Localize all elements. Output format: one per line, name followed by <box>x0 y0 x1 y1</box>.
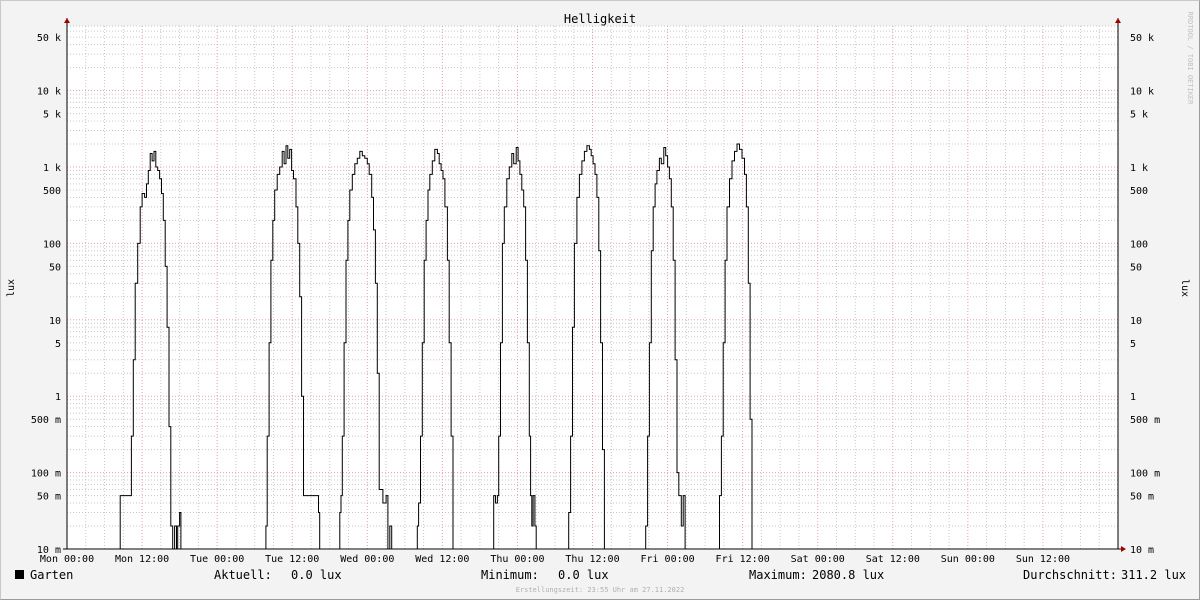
x-tick-label: Wed 12:00 <box>415 554 469 565</box>
legend-max-label: Maximum: <box>749 568 807 582</box>
x-tick-label: Thu 12:00 <box>565 554 619 565</box>
x-tick-label: Sun 00:00 <box>941 554 995 565</box>
x-tick-label: Wed 00:00 <box>340 554 394 565</box>
y-tick-label-right: 50 k <box>1130 33 1154 44</box>
y-axis-arrow-left <box>64 18 70 23</box>
y-tick-label-left: 500 <box>43 186 61 197</box>
y-tick-label-left: 50 <box>49 262 61 273</box>
footer-timestamp: Erstellungszeit: 23:55 Uhr am 27.11.2022 <box>516 586 685 594</box>
y-tick-label-right: 500 <box>1130 186 1148 197</box>
y-tick-label-right: 100 <box>1130 239 1148 250</box>
y-tick-label-left: 1 k <box>43 163 61 174</box>
y-tick-label-right: 50 m <box>1130 492 1154 503</box>
legend-max-value: 2080.8 lux <box>812 568 884 582</box>
x-tick-label: Sat 00:00 <box>791 554 845 565</box>
y-tick-label-right: 5 k <box>1130 110 1148 121</box>
legend-avg-value: 311.2 lux <box>1121 568 1186 582</box>
legend-current-label: Aktuell: <box>214 568 272 582</box>
y-tick-label-right: 10 m <box>1130 545 1154 556</box>
x-tick-label: Sat 12:00 <box>866 554 920 565</box>
legend-min-label: Minimum: <box>481 568 539 582</box>
y-axis-label-right: lux <box>1179 279 1190 297</box>
x-tick-label: Tue 12:00 <box>265 554 319 565</box>
legend-series-name: Garten <box>30 568 73 582</box>
y-tick-label-right: 5 <box>1130 339 1136 350</box>
y-tick-label-left: 5 k <box>43 110 61 121</box>
y-tick-label-right: 100 m <box>1130 469 1160 480</box>
x-tick-label: Sun 12:00 <box>1016 554 1070 565</box>
legend-current-value: 0.0 lux <box>291 568 342 582</box>
watermark: RRDTOOL / TOBI OETIKER <box>1186 12 1194 106</box>
y-tick-label-left: 100 m <box>31 469 61 480</box>
y-tick-label-right: 10 k <box>1130 87 1154 98</box>
y-axis-arrow-right <box>1115 18 1121 23</box>
y-tick-label-left: 5 <box>55 339 61 350</box>
x-tick-label: Thu 00:00 <box>490 554 544 565</box>
y-tick-label-left: 10 <box>49 316 61 327</box>
x-tick-label: Mon 00:00 <box>40 554 94 565</box>
legend-min-value: 0.0 lux <box>558 568 609 582</box>
x-tick-label: Fri 00:00 <box>640 554 694 565</box>
x-tick-label: Tue 00:00 <box>190 554 244 565</box>
y-tick-label-left: 50 k <box>37 33 61 44</box>
x-tick-label: Fri 12:00 <box>716 554 770 565</box>
legend-swatch <box>15 570 24 579</box>
y-tick-label-left: 100 <box>43 239 61 250</box>
y-tick-label-left: 1 <box>55 392 61 403</box>
chart-title: Helligkeit <box>564 12 636 26</box>
y-tick-label-left: 50 m <box>37 492 61 503</box>
y-tick-label-right: 50 <box>1130 262 1142 273</box>
legend-avg-label: Durchschnitt: <box>1023 568 1117 582</box>
y-tick-label-left: 500 m <box>31 415 61 426</box>
y-tick-label-right: 10 <box>1130 316 1142 327</box>
x-tick-label: Mon 12:00 <box>115 554 169 565</box>
brightness-chart: 50 k 50 k10 k 10 k5 k5 k1 k1 k500 500100 100… <box>6 12 1194 594</box>
y-tick-label-right: 500 m <box>1130 415 1160 426</box>
y-axis-label-left: lux <box>6 279 17 297</box>
y-tick-label-right: 1 k <box>1130 163 1148 174</box>
y-tick-label-right: 1 <box>1130 392 1136 403</box>
y-tick-label-left: 10 k <box>37 87 61 98</box>
x-axis-arrow <box>1121 546 1126 552</box>
